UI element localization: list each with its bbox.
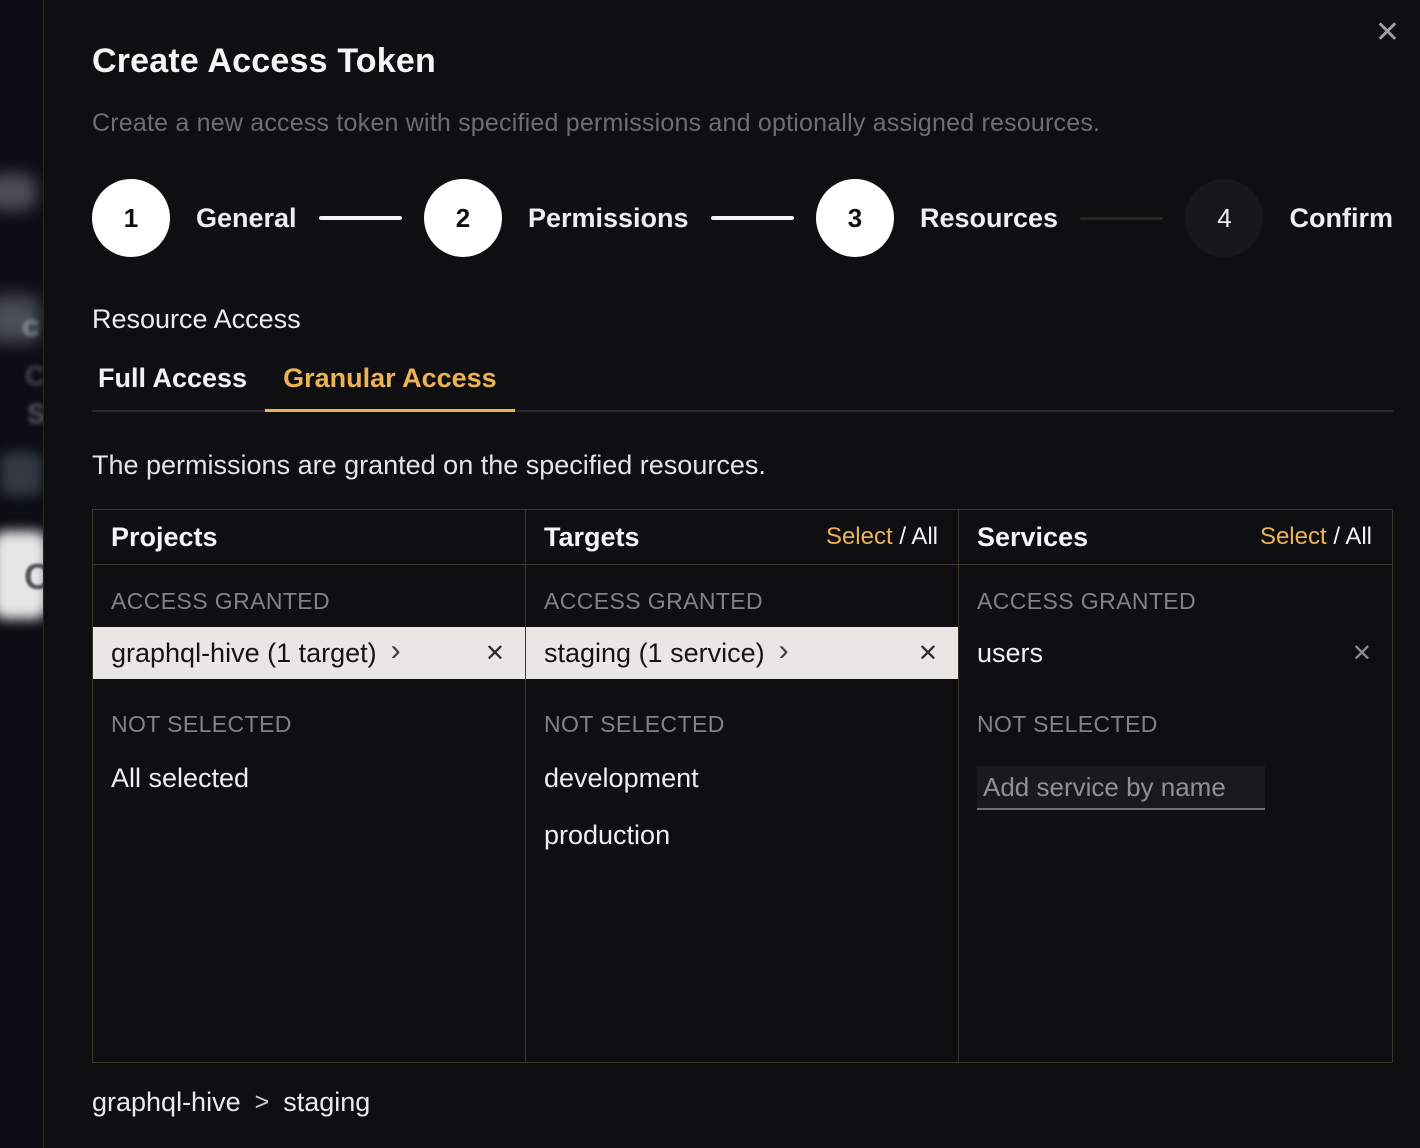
- tab-full-access[interactable]: Full Access: [92, 363, 265, 412]
- step-label: General: [196, 203, 297, 234]
- stepper-step-resources[interactable]: 3 Resources: [816, 179, 1058, 257]
- background-partial-text: C: [24, 556, 43, 598]
- chevron-right-icon: ›: [391, 636, 401, 666]
- select-all-services-link[interactable]: All: [1345, 523, 1372, 550]
- step-number-circle: 1: [92, 179, 170, 257]
- step-number-circle: 3: [816, 179, 894, 257]
- step-label: Permissions: [528, 203, 689, 234]
- breadcrumb-separator: >: [255, 1088, 270, 1117]
- background-partial-text: C: [25, 360, 43, 392]
- modal-title: Create Access Token: [92, 42, 1392, 81]
- select-all-separator: /: [899, 523, 906, 550]
- stepper-connector: [319, 216, 402, 220]
- select-all-controls: Select / All: [826, 523, 938, 551]
- granted-service-label: users: [977, 638, 1043, 669]
- breadcrumb-project: graphql-hive: [92, 1087, 241, 1118]
- resource-access-tabs: Full Access Granular Access: [92, 363, 1393, 412]
- stepper-connector: [1080, 217, 1163, 220]
- remove-service-button[interactable]: ✕: [1352, 639, 1372, 668]
- services-column-header: Services Select / All: [959, 510, 1392, 565]
- step-label: Resources: [920, 203, 1058, 234]
- step-label: Confirm: [1289, 203, 1393, 234]
- close-icon: ✕: [1375, 16, 1400, 49]
- access-granted-label: ACCESS GRANTED: [959, 565, 1392, 627]
- step-number-circle: 4: [1185, 179, 1263, 257]
- stepper-step-permissions[interactable]: 2 Permissions: [424, 179, 689, 257]
- select-all-targets-link[interactable]: All: [911, 523, 938, 550]
- stepper-connector: [711, 216, 794, 220]
- remove-project-button[interactable]: ✕: [485, 639, 505, 668]
- column-title: Services: [977, 522, 1088, 553]
- resource-selection-table: Projects ACCESS GRANTED graphql-hive (1 …: [92, 509, 1393, 1063]
- column-title: Targets: [544, 522, 640, 553]
- breadcrumb-target: staging: [283, 1087, 370, 1118]
- tab-granular-access[interactable]: Granular Access: [265, 363, 515, 412]
- wizard-stepper: 1 General 2 Permissions 3 Resources 4 Co…: [92, 178, 1393, 258]
- not-selected-label: NOT SELECTED: [93, 679, 525, 750]
- select-all-separator: /: [1333, 523, 1340, 550]
- select-services-link[interactable]: Select: [1260, 523, 1327, 550]
- not-selected-label: NOT SELECTED: [959, 679, 1392, 750]
- stepper-step-confirm[interactable]: 4 Confirm: [1185, 179, 1393, 257]
- create-access-token-modal: ✕ Create Access Token Create a new acces…: [43, 0, 1420, 1148]
- access-granted-label: ACCESS GRANTED: [526, 565, 958, 627]
- background-blur-blob: [0, 174, 36, 210]
- close-button[interactable]: ✕: [1369, 12, 1406, 54]
- projects-column: Projects ACCESS GRANTED graphql-hive (1 …: [93, 510, 526, 1062]
- granted-project-row[interactable]: graphql-hive (1 target) › ✕: [93, 627, 525, 679]
- target-list-item-production[interactable]: production: [526, 807, 958, 864]
- granular-access-description: The permissions are granted on the speci…: [92, 450, 1392, 481]
- modal-subtitle: Create a new access token with specified…: [92, 109, 1392, 138]
- targets-column: Targets Select / All ACCESS GRANTED stag…: [526, 510, 959, 1062]
- remove-target-button[interactable]: ✕: [918, 639, 938, 668]
- column-title: Projects: [111, 522, 218, 553]
- granted-target-label: staging (1 service): [544, 638, 765, 669]
- select-all-controls: Select / All: [1260, 523, 1372, 551]
- granted-target-row[interactable]: staging (1 service) › ✕: [526, 627, 958, 679]
- remove-icon: ✕: [918, 640, 938, 667]
- add-service-input[interactable]: [977, 766, 1265, 810]
- granted-project-label: graphql-hive (1 target): [111, 638, 377, 669]
- chevron-right-icon: ›: [779, 636, 789, 666]
- background-partial-text: S: [27, 398, 43, 430]
- step-number-circle: 2: [424, 179, 502, 257]
- background-partial-text: c: [22, 308, 39, 344]
- targets-column-header: Targets Select / All: [526, 510, 958, 565]
- granted-service-row[interactable]: users ✕: [959, 627, 1392, 679]
- select-targets-link[interactable]: Select: [826, 523, 893, 550]
- background-page-strip: c C S C: [0, 0, 43, 1148]
- target-list-item-development[interactable]: development: [526, 750, 958, 807]
- stepper-step-general[interactable]: 1 General: [92, 179, 297, 257]
- not-selected-label: NOT SELECTED: [526, 679, 958, 750]
- project-list-item-all-selected[interactable]: All selected: [93, 750, 525, 807]
- access-granted-label: ACCESS GRANTED: [93, 565, 525, 627]
- remove-icon: ✕: [1352, 640, 1372, 667]
- section-heading-resource-access: Resource Access: [92, 304, 1392, 335]
- breadcrumb: graphql-hive > staging: [92, 1087, 1392, 1118]
- projects-column-header: Projects: [93, 510, 525, 565]
- remove-icon: ✕: [485, 640, 505, 667]
- services-column: Services Select / All ACCESS GRANTED use…: [959, 510, 1392, 1062]
- background-blur-blob: [0, 452, 42, 496]
